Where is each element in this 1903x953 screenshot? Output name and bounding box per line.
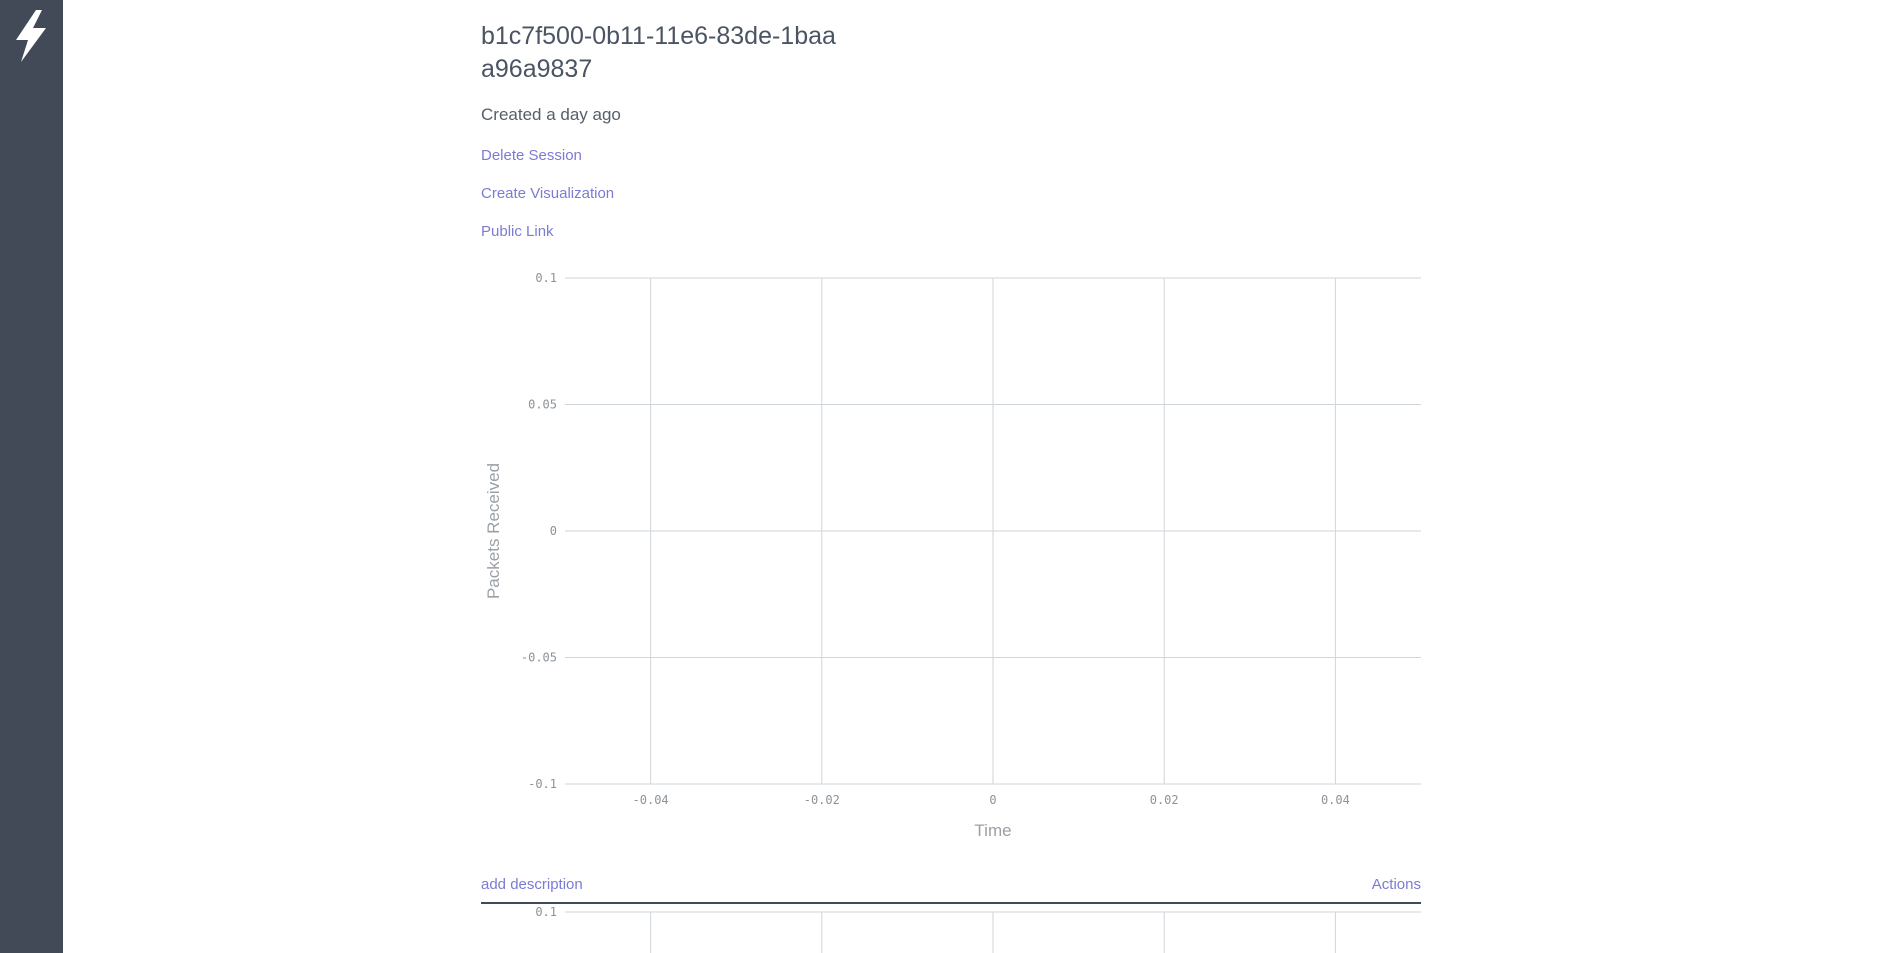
- x-tick-label: 0.04: [1321, 793, 1350, 807]
- x-tick-label: -0.04: [633, 793, 669, 807]
- y-axis-label: Packets Received: [484, 463, 503, 599]
- created-timestamp: Created a day ago: [481, 105, 621, 124]
- main-content: b1c7f500-0b11-11e6-83de-1baaa96a9837 Cre…: [481, 0, 1421, 953]
- x-tick-label: 0: [989, 793, 996, 807]
- second-chart: 0.1: [535, 906, 1421, 953]
- public-link[interactable]: Public Link: [481, 223, 554, 240]
- y-tick-label: -0.05: [521, 651, 557, 665]
- create-visualization-link[interactable]: Create Visualization: [481, 185, 614, 202]
- y-tick-label: 0.05: [528, 398, 557, 412]
- x-axis-label: Time: [974, 821, 1011, 840]
- add-description-link[interactable]: add description: [481, 876, 583, 893]
- lightning-bolt-icon[interactable]: [12, 10, 50, 62]
- x-tick-label: 0.02: [1150, 793, 1179, 807]
- sidebar: [0, 0, 63, 953]
- delete-session-link[interactable]: Delete Session: [481, 147, 582, 164]
- session-title: b1c7f500-0b11-11e6-83de-1baaa96a9837: [481, 22, 836, 83]
- actions-link[interactable]: Actions: [1372, 876, 1421, 893]
- y-tick-label: 0.1: [535, 906, 557, 919]
- x-tick-label: -0.02: [804, 793, 840, 807]
- visualization-footer: add description Actions: [481, 872, 1421, 904]
- y-tick-label: 0.1: [535, 271, 557, 285]
- y-tick-label: 0: [550, 524, 557, 538]
- packets-chart: -0.04 -0.02 0 0.02 0.04 0.1 0.05 0 -0.05 -0.1 Time…: [484, 271, 1421, 840]
- y-tick-label: -0.1: [528, 777, 557, 791]
